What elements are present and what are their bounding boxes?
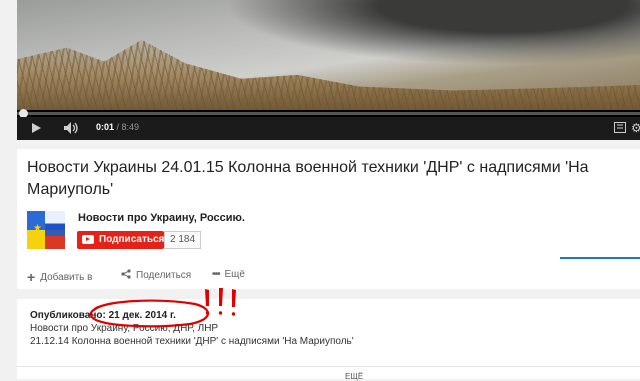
video-player[interactable]: 0:01 / 8:49 ⚙ <box>17 0 640 140</box>
volume-icon[interactable] <box>64 122 80 134</box>
more-dots-icon: ••• <box>212 269 220 280</box>
play-icon[interactable] <box>32 123 41 133</box>
video-info-card: Новости Украины 24.01.15 Колонна военной… <box>17 149 640 289</box>
player-controls: 0:01 / 8:49 ⚙ <box>17 117 640 140</box>
share-button[interactable]: Поделиться <box>121 269 191 281</box>
avatar-star-icon: ★ <box>33 223 42 234</box>
description-line: 21.12.14 Колонна военной техники 'ДНР' с… <box>30 336 354 347</box>
show-more-link[interactable]: ЕЩЁ <box>345 372 363 381</box>
share-icon <box>121 269 131 279</box>
more-actions-button[interactable]: ••• Ещё <box>212 269 245 280</box>
gear-icon[interactable]: ⚙ <box>631 121 640 135</box>
subscribe-label: Подписаться <box>99 234 165 245</box>
description-card: Опубликовано: 21 дек. 2014 г. Новости пр… <box>17 299 640 381</box>
subscribe-button[interactable]: Подписаться <box>77 231 164 249</box>
youtube-play-icon <box>82 235 94 244</box>
published-prefix: Опубликовано: <box>30 310 109 321</box>
active-tab-indicator <box>560 257 640 259</box>
channel-avatar[interactable]: ★ <box>27 211 65 249</box>
hd-icon[interactable] <box>614 122 626 133</box>
progress-bar[interactable] <box>17 112 640 115</box>
add-to-label: Добавить в <box>40 272 93 283</box>
time-separator: / <box>114 122 122 132</box>
video-title: Новости Украины 24.01.15 Колонна военной… <box>27 159 589 198</box>
subscriber-count: 2 184 <box>164 231 202 249</box>
description-divider <box>17 366 640 367</box>
time-display: 0:01 / 8:49 <box>96 122 139 132</box>
avatar-flag-stripe <box>45 211 65 249</box>
duration: 8:49 <box>121 122 140 132</box>
video-scene-grass <box>17 39 640 110</box>
description-line: Новости про Украину, Россию, ДНР, ЛНР <box>30 323 219 334</box>
published-date: 21 дек. 2014 г. <box>108 310 176 321</box>
share-label: Поделиться <box>136 270 192 281</box>
published-line: Опубликовано: 21 дек. 2014 г. <box>30 310 176 321</box>
current-time: 0:01 <box>96 122 115 132</box>
more-label: Ещё <box>224 269 245 280</box>
video-frame[interactable] <box>17 0 640 110</box>
plus-icon: + <box>27 269 36 285</box>
channel-name-link[interactable]: Новости про Украину, Россию. <box>78 212 245 224</box>
add-to-button[interactable]: + Добавить в <box>27 269 92 285</box>
